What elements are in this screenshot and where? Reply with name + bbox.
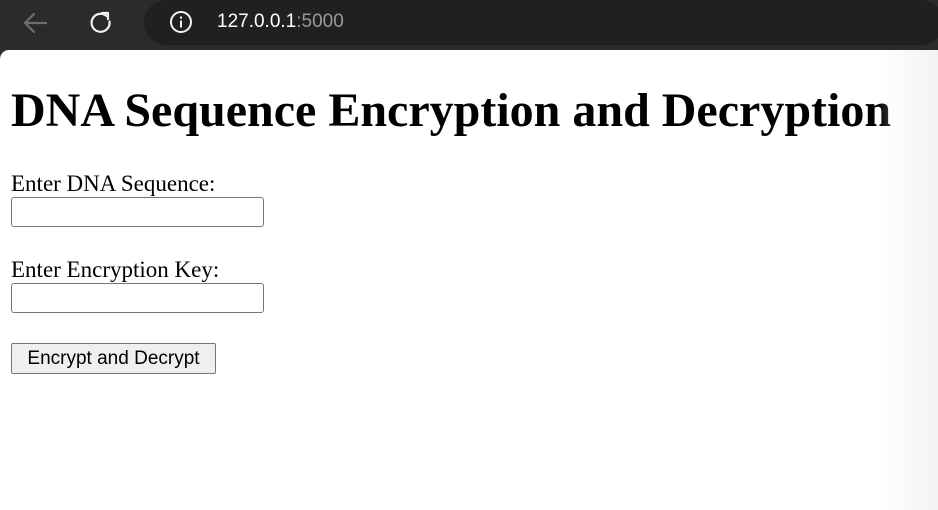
reload-button[interactable] [84, 6, 118, 40]
dna-sequence-label: Enter DNA Sequence: [11, 171, 216, 196]
encryption-key-input[interactable] [11, 283, 264, 313]
scroll-edge-shade [878, 50, 938, 510]
address-bar[interactable]: 127.0.0.1:5000 [144, 0, 938, 45]
info-icon[interactable] [169, 10, 193, 34]
url-port: :5000 [296, 11, 344, 32]
page-viewport: DNA Sequence Encryption and Decryption E… [0, 50, 938, 510]
encryption-key-label: Enter Encryption Key: [11, 257, 220, 282]
back-arrow-icon [23, 12, 48, 34]
dna-sequence-input[interactable] [11, 197, 264, 227]
back-button[interactable] [18, 6, 52, 40]
page-title: DNA Sequence Encryption and Decryption [11, 84, 892, 137]
browser-toolbar: 127.0.0.1:5000 [0, 0, 938, 50]
encrypt-and-decrypt-button[interactable]: Encrypt and Decrypt [11, 343, 216, 374]
url-host: 127.0.0.1 [217, 11, 297, 32]
url-text[interactable]: 127.0.0.1:5000 [217, 10, 344, 34]
reload-icon [90, 11, 111, 33]
